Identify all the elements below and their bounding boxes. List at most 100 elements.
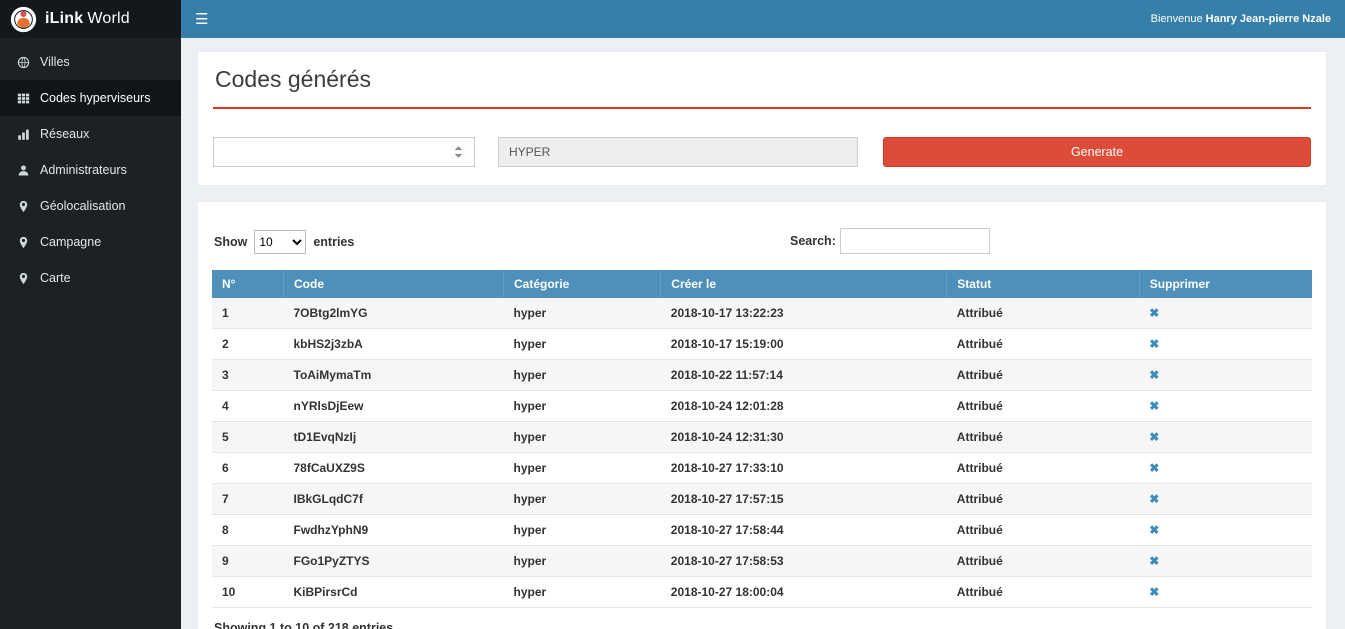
delete-icon[interactable]: ✖ bbox=[1149, 306, 1159, 320]
cell-category: hyper bbox=[504, 453, 661, 484]
delete-icon[interactable]: ✖ bbox=[1149, 461, 1159, 475]
column-header[interactable]: N° bbox=[212, 270, 284, 298]
table-row: 5tD1EvqNzIjhyper2018-10-24 12:31:30Attri… bbox=[212, 422, 1312, 453]
delete-icon[interactable]: ✖ bbox=[1149, 337, 1159, 351]
cell-delete: ✖ bbox=[1139, 484, 1312, 515]
column-header[interactable]: Statut bbox=[947, 270, 1140, 298]
cell-delete: ✖ bbox=[1139, 577, 1312, 608]
grid-icon bbox=[16, 92, 30, 105]
cell-code: tD1EvqNzIj bbox=[284, 422, 504, 453]
cell-delete: ✖ bbox=[1139, 360, 1312, 391]
map-marker-icon bbox=[16, 236, 30, 249]
sidebar-item-label: Campagne bbox=[40, 235, 101, 249]
app-brand[interactable]: iLinkWorld bbox=[0, 0, 181, 38]
delete-icon[interactable]: ✖ bbox=[1149, 523, 1159, 537]
cell-code: FGo1PyZTYS bbox=[284, 546, 504, 577]
map-marker-icon bbox=[16, 200, 30, 213]
sidebar-item-villes[interactable]: Villes bbox=[0, 44, 181, 80]
table-row: 3ToAiMymaTmhyper2018-10-22 11:57:14Attri… bbox=[212, 360, 1312, 391]
app-title: iLinkWorld bbox=[45, 10, 130, 28]
cell-category: hyper bbox=[504, 391, 661, 422]
map-marker-icon bbox=[16, 272, 30, 285]
cell-code: FwdhzYphN9 bbox=[284, 515, 504, 546]
cell-created: 2018-10-27 17:58:44 bbox=[661, 515, 947, 546]
cell-created: 2018-10-24 12:31:30 bbox=[661, 422, 947, 453]
cell-delete: ✖ bbox=[1139, 329, 1312, 360]
column-header[interactable]: Code bbox=[284, 270, 504, 298]
cell-code: kbHS2j3zbA bbox=[284, 329, 504, 360]
quantity-input[interactable] bbox=[213, 137, 475, 167]
show-label: Show bbox=[214, 235, 247, 249]
search-control: Search: bbox=[790, 228, 990, 254]
cell-status: Attribué bbox=[947, 515, 1140, 546]
cell-status: Attribué bbox=[947, 546, 1140, 577]
cell-created: 2018-10-27 17:58:53 bbox=[661, 546, 947, 577]
entries-label: entries bbox=[313, 235, 354, 249]
sidebar-item-reseaux[interactable]: Réseaux bbox=[0, 116, 181, 152]
delete-icon[interactable]: ✖ bbox=[1149, 554, 1159, 568]
sidebar-item-geolocalisation[interactable]: Géolocalisation bbox=[0, 188, 181, 224]
page-size-select[interactable]: 10 bbox=[254, 230, 306, 254]
search-label: Search: bbox=[790, 234, 836, 248]
sidebar-item-carte[interactable]: Carte bbox=[0, 260, 181, 296]
delete-icon[interactable]: ✖ bbox=[1149, 430, 1159, 444]
sidebar-item-codes-hyperviseurs[interactable]: Codes hyperviseurs bbox=[0, 80, 181, 116]
sidebar-item-label: Codes hyperviseurs bbox=[40, 91, 150, 105]
cell-num: 6 bbox=[212, 453, 284, 484]
sidebar-item-label: Administrateurs bbox=[40, 163, 127, 177]
sidebar-toggle-icon[interactable]: ☰ bbox=[195, 12, 208, 27]
user-icon bbox=[16, 164, 30, 177]
table-row: 17OBtg2lmYGhyper2018-10-17 13:22:23Attri… bbox=[212, 298, 1312, 329]
delete-icon[interactable]: ✖ bbox=[1149, 585, 1159, 599]
sidebar-item-label: Villes bbox=[40, 55, 70, 69]
cell-created: 2018-10-27 17:33:10 bbox=[661, 453, 947, 484]
cell-created: 2018-10-27 17:57:15 bbox=[661, 484, 947, 515]
delete-icon[interactable]: ✖ bbox=[1149, 492, 1159, 506]
cell-status: Attribué bbox=[947, 577, 1140, 608]
show-entries-control: Show 10 entries bbox=[214, 230, 354, 254]
cell-delete: ✖ bbox=[1139, 391, 1312, 422]
sidebar-item-campagne[interactable]: Campagne bbox=[0, 224, 181, 260]
page-title: Codes générés bbox=[215, 66, 1311, 93]
cell-num: 9 bbox=[212, 546, 284, 577]
search-input[interactable] bbox=[840, 228, 990, 254]
cell-created: 2018-10-24 12:01:28 bbox=[661, 391, 947, 422]
table-row: 8FwdhzYphN9hyper2018-10-27 17:58:44Attri… bbox=[212, 515, 1312, 546]
cell-created: 2018-10-17 13:22:23 bbox=[661, 298, 947, 329]
table-row: 9FGo1PyZTYShyper2018-10-27 17:58:53Attri… bbox=[212, 546, 1312, 577]
table-row: 4nYRlsDjEewhyper2018-10-24 12:01:28Attri… bbox=[212, 391, 1312, 422]
column-header[interactable]: Catégorie bbox=[504, 270, 661, 298]
table-row: 10KiBPirsrCdhyper2018-10-27 18:00:04Attr… bbox=[212, 577, 1312, 608]
cell-status: Attribué bbox=[947, 298, 1140, 329]
accent-divider bbox=[213, 107, 1311, 109]
column-header[interactable]: Créer le bbox=[661, 270, 947, 298]
cell-delete: ✖ bbox=[1139, 453, 1312, 484]
cell-code: nYRlsDjEew bbox=[284, 391, 504, 422]
bar-chart-icon bbox=[16, 128, 30, 141]
globe-icon bbox=[16, 56, 30, 69]
table-row: 7IBkGLqdC7fhyper2018-10-27 17:57:15Attri… bbox=[212, 484, 1312, 515]
cell-delete: ✖ bbox=[1139, 546, 1312, 577]
cell-category: hyper bbox=[504, 546, 661, 577]
cell-created: 2018-10-27 18:00:04 bbox=[661, 577, 947, 608]
cell-category: hyper bbox=[504, 360, 661, 391]
cell-num: 5 bbox=[212, 422, 284, 453]
cell-delete: ✖ bbox=[1139, 298, 1312, 329]
cell-delete: ✖ bbox=[1139, 422, 1312, 453]
sidebar: Villes Codes hyperviseurs Réseaux Administr… bbox=[0, 38, 181, 629]
cell-num: 8 bbox=[212, 515, 284, 546]
cell-num: 1 bbox=[212, 298, 284, 329]
cell-created: 2018-10-22 11:57:14 bbox=[661, 360, 947, 391]
table-row: 2kbHS2j3zbAhyper2018-10-17 15:19:00Attri… bbox=[212, 329, 1312, 360]
sidebar-item-administrateurs[interactable]: Administrateurs bbox=[0, 152, 181, 188]
user-name: Hanry Jean-pierre Nzale bbox=[1206, 13, 1331, 25]
cell-status: Attribué bbox=[947, 484, 1140, 515]
generate-button[interactable]: Generate bbox=[883, 137, 1311, 167]
cell-code: IBkGLqdC7f bbox=[284, 484, 504, 515]
delete-icon[interactable]: ✖ bbox=[1149, 399, 1159, 413]
codes-table-panel: Show 10 entries Search: N°CodeCatégorieC… bbox=[197, 201, 1327, 629]
column-header[interactable]: Supprimer bbox=[1139, 270, 1312, 298]
delete-icon[interactable]: ✖ bbox=[1149, 368, 1159, 382]
app-logo-icon bbox=[10, 6, 37, 33]
sidebar-item-label: Géolocalisation bbox=[40, 199, 125, 213]
